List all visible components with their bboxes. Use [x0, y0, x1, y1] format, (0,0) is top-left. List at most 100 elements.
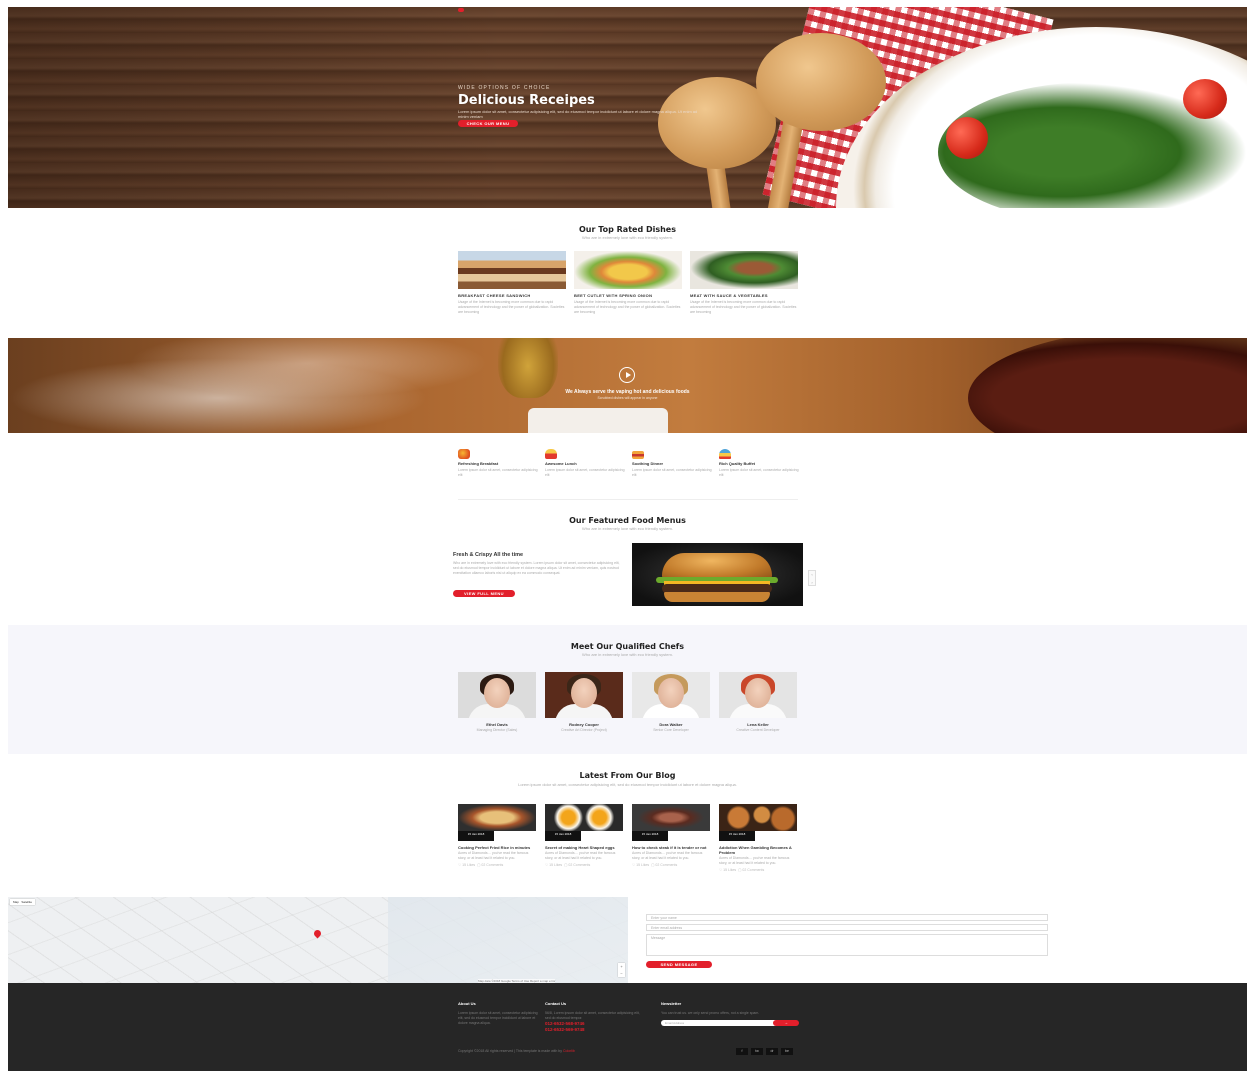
- slider-indicator[interactable]: [458, 8, 464, 12]
- chef-card[interactable]: Rodney Cooper Creative Art Director (Pro…: [545, 672, 623, 733]
- chef-card[interactable]: Lena Keller Creative Content Developer: [719, 672, 797, 733]
- meat-image[interactable]: [690, 251, 798, 289]
- pastry-image[interactable]: [719, 804, 797, 831]
- chef-photo: [545, 672, 623, 718]
- feature-item: Rich Quality Buffet Lorem ipsum dolor si…: [719, 449, 799, 478]
- chef-card[interactable]: Dora Walker Senior Core Developer: [632, 672, 710, 733]
- behance-icon[interactable]: be: [781, 1048, 793, 1055]
- contact-heading: Contact Us: [545, 1001, 567, 1006]
- post-title[interactable]: Secret of making Heart Shaped eggs: [545, 845, 623, 850]
- next-arrow-icon[interactable]: ›: [809, 579, 815, 587]
- dish-description: Usage of the Internet is becoming more c…: [458, 300, 565, 314]
- newsletter-submit-button[interactable]: →: [773, 1020, 799, 1026]
- chef-name: Lena Keller: [747, 722, 769, 727]
- breakfast-icon: [458, 449, 470, 459]
- email-field[interactable]: Enter email address: [646, 924, 1048, 931]
- post-title[interactable]: Addiction When Gambling Becomes A Proble…: [719, 845, 797, 855]
- lunch-icon: [545, 449, 557, 459]
- chef-card[interactable]: Ethel Davis Managing Director (Sales): [458, 672, 536, 733]
- twitter-icon[interactable]: tw: [751, 1048, 763, 1055]
- featured-item-description: Who are in extremely love with eco frien…: [453, 561, 620, 575]
- feature-description: Lorem ipsum dolor sit amet, consectetur …: [458, 468, 538, 477]
- chef-photo: [458, 672, 536, 718]
- zoom-out-button[interactable]: −: [618, 970, 625, 977]
- map-pin-icon[interactable]: [312, 928, 323, 939]
- satellite-tab[interactable]: Satellite: [21, 900, 32, 904]
- dish-name[interactable]: MEAT WITH SAUCE & VEGETABLES: [690, 293, 798, 298]
- cutlet-image[interactable]: [574, 251, 682, 289]
- prev-arrow-icon[interactable]: ‹: [809, 571, 815, 579]
- post-title[interactable]: Cooking Perfect Fried Rice in minutes: [458, 845, 536, 850]
- bun: [664, 592, 770, 602]
- dish-name[interactable]: BREAKFAST CHEESE SANDWICH: [458, 293, 566, 298]
- check-menu-button[interactable]: CHECK OUR MENU: [458, 120, 518, 127]
- zoom-control[interactable]: + −: [618, 963, 625, 977]
- newsletter-email-input[interactable]: Email Address: [661, 1020, 779, 1026]
- post-description: Acres of Diamonds… you've read the famou…: [719, 856, 790, 865]
- sandwich-image[interactable]: [458, 251, 566, 289]
- chef-name: Dora Walker: [659, 722, 683, 727]
- blog-post[interactable]: 15 Jan 2018 Addiction When Gambling Beco…: [719, 804, 797, 872]
- map-tab[interactable]: Map: [13, 900, 19, 904]
- post-likes[interactable]: 15 Likes: [549, 863, 562, 867]
- dish-card[interactable]: BEET CUTLET WITH SPRING ONION Usage of t…: [574, 251, 682, 315]
- dish-card[interactable]: MEAT WITH SAUCE & VEGETABLES Usage of th…: [690, 251, 798, 315]
- feature-title: Rich Quality Buffet: [719, 461, 756, 466]
- colorlib-link[interactable]: Colorlib: [563, 1049, 575, 1053]
- chef-face: [571, 678, 597, 708]
- fried-rice-image[interactable]: [458, 804, 536, 831]
- buffet-icon: [719, 449, 731, 459]
- name-field[interactable]: Enter your name: [646, 914, 1048, 921]
- post-likes[interactable]: 15 Likes: [636, 863, 649, 867]
- facebook-icon[interactable]: f: [736, 1048, 748, 1055]
- zoom-in-button[interactable]: +: [618, 963, 625, 970]
- bowl: [528, 408, 668, 433]
- post-comments[interactable]: 02 Comments: [742, 868, 764, 872]
- dinner-icon: [632, 451, 644, 459]
- google-map[interactable]: Map Satellite + − Map data ©2018 Google …: [8, 897, 628, 985]
- dish-name[interactable]: BEET CUTLET WITH SPRING ONION: [574, 293, 682, 298]
- view-full-menu-button[interactable]: VIEW FULL MENU: [453, 590, 515, 597]
- map-type-tabs[interactable]: Map Satellite: [10, 899, 36, 905]
- feature-description: Lorem ipsum dolor sit amet, consectetur …: [719, 468, 799, 477]
- dish-card[interactable]: BREAKFAST CHEESE SANDWICH Usage of the I…: [458, 251, 566, 315]
- contact-text: 56/8, Lorem ipsum dolor sit amet, consec…: [545, 1011, 640, 1020]
- eggs-image[interactable]: [545, 804, 623, 831]
- slider-arrows[interactable]: ‹ ›: [808, 570, 816, 586]
- newsletter-heading: Newsletter: [661, 1001, 682, 1006]
- dribbble-icon[interactable]: dr: [766, 1048, 778, 1055]
- post-meta: ♡ 15 Likes ▢ 02 Comments: [545, 863, 591, 867]
- footer-contact: Contact Us 56/8, Lorem ipsum dolor sit a…: [545, 1001, 645, 1033]
- play-icon[interactable]: [619, 367, 635, 383]
- about-text: Lorem ipsum dolor sit amet, consectetur …: [458, 1011, 538, 1025]
- chef-name: Ethel Davis: [486, 722, 508, 727]
- post-likes[interactable]: 15 Likes: [462, 863, 475, 867]
- chef-photo: [632, 672, 710, 718]
- feature-title: Awesome Lunch: [545, 461, 577, 466]
- phone-number[interactable]: 012-6532-569-9748: [545, 1027, 645, 1033]
- post-likes[interactable]: 15 Likes: [723, 868, 736, 872]
- blog-post[interactable]: 15 Jan 2018 Cooking Perfect Fried Rice i…: [458, 804, 536, 867]
- video-subtitle: Scrubbed dishes will appear in anyone: [597, 396, 658, 400]
- map-water: [388, 897, 628, 985]
- blog-title: Latest From Our Blog: [579, 771, 676, 780]
- featured-item-title: Fresh & Crispy All the time: [453, 552, 524, 558]
- post-date: 15 Jan 2018: [545, 831, 581, 841]
- send-message-button[interactable]: SEND MESSAGE: [646, 961, 712, 968]
- feature-description: Lorem ipsum dolor sit amet, consectetur …: [632, 468, 712, 477]
- blog-post[interactable]: 15 Jan 2018 Secret of making Heart Shape…: [545, 804, 623, 867]
- message-field[interactable]: Message: [646, 934, 1048, 956]
- post-title[interactable]: How to check steak if it is tender or no…: [632, 845, 710, 850]
- post-comments[interactable]: 02 Comments: [481, 863, 503, 867]
- chef-role: Creative Art Director (Project): [561, 728, 607, 732]
- post-comments[interactable]: 02 Comments: [568, 863, 590, 867]
- tomato: [1183, 79, 1227, 119]
- post-comments[interactable]: 02 Comments: [655, 863, 677, 867]
- feature-item: Soothing Dinner Lorem ipsum dolor sit am…: [632, 449, 712, 478]
- steak-image[interactable]: [632, 804, 710, 831]
- chefs-title: Meet Our Qualified Chefs: [570, 642, 685, 651]
- blog-post[interactable]: 15 Jan 2018 How to check steak if it is …: [632, 804, 710, 867]
- footer-about: About Us Lorem ipsum dolor sit amet, con…: [458, 1001, 538, 1026]
- newsletter-text: You can trust us. we only send promo off…: [661, 1011, 760, 1015]
- hero-banner: WIDE OPTIONS OF CHOICE Delicious Receipe…: [8, 7, 1247, 208]
